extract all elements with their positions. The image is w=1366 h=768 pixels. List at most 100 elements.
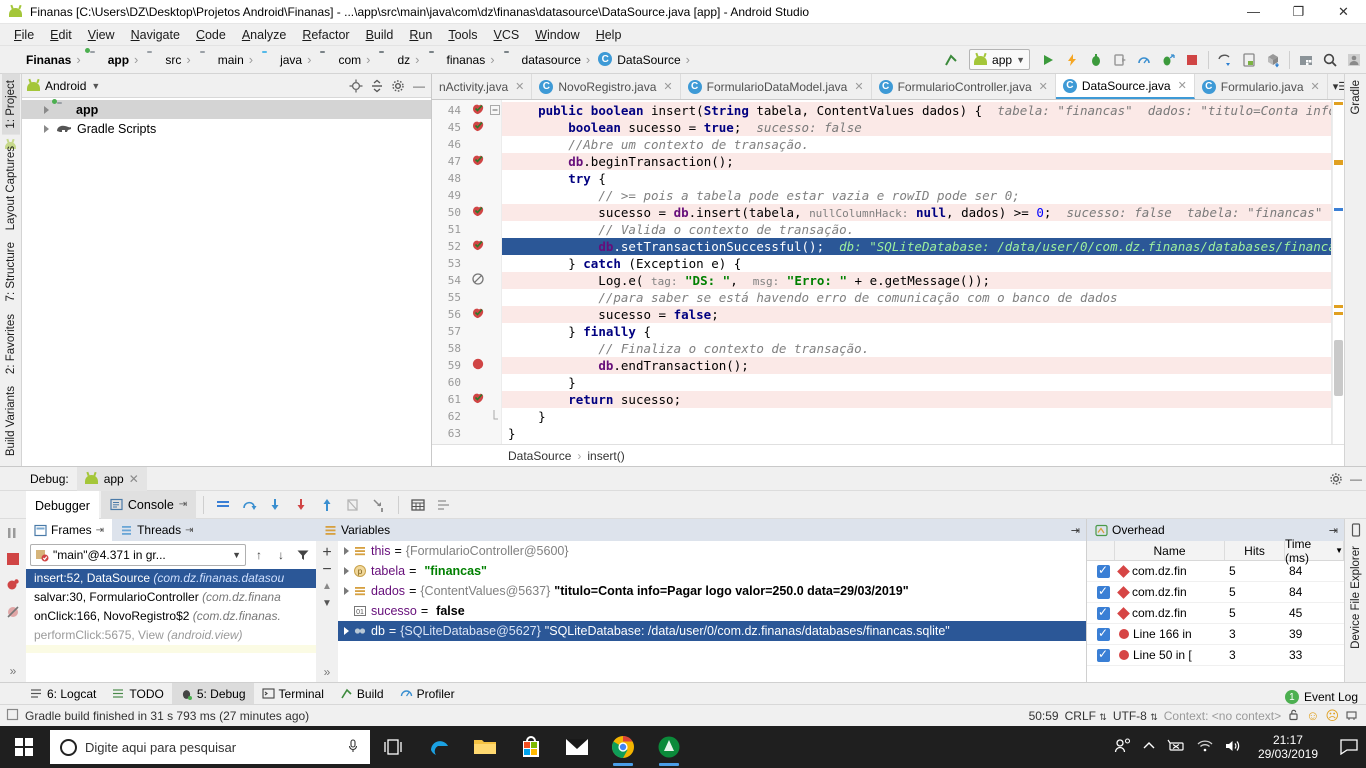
rail-tab-build-variants[interactable]: Build Variants bbox=[2, 380, 20, 462]
overhead-row-checkbox[interactable] bbox=[1087, 582, 1115, 602]
menu-item-edit[interactable]: Edit bbox=[42, 26, 80, 44]
bottom-tab-logcat[interactable]: 6: Logcat bbox=[22, 683, 104, 705]
code-line-46[interactable]: //Abre um contexto de transação. bbox=[502, 136, 1331, 153]
breadcrumb-item-app[interactable]: app › bbox=[84, 48, 144, 67]
gutter-slot[interactable] bbox=[466, 289, 490, 306]
line-separator[interactable]: CRLF ⇅ bbox=[1065, 709, 1107, 723]
code-line-48[interactable]: try { bbox=[502, 170, 1331, 187]
close-button[interactable]: ✕ bbox=[1321, 0, 1366, 24]
code-line-64[interactable] bbox=[502, 442, 1331, 444]
detach-icon[interactable]: ⇥ bbox=[96, 525, 104, 536]
tab-overhead[interactable]: Overhead bbox=[1087, 519, 1173, 541]
fold-slot[interactable] bbox=[490, 323, 501, 340]
overhead-col-time[interactable]: Time (ms) ▼ bbox=[1285, 537, 1344, 565]
show-execution-point-button[interactable] bbox=[211, 493, 235, 517]
people-icon[interactable] bbox=[1114, 737, 1132, 757]
fold-slot[interactable] bbox=[490, 306, 501, 323]
close-icon[interactable]: ✕ bbox=[515, 80, 524, 93]
verified-breakpoint-icon[interactable] bbox=[466, 238, 490, 255]
breadcrumb-item-finanas[interactable]: finanas › bbox=[425, 52, 500, 67]
menu-item-vcs[interactable]: VCS bbox=[486, 26, 528, 44]
tree-node-app[interactable]: app bbox=[22, 99, 431, 119]
mute-breakpoints-button[interactable] bbox=[5, 604, 21, 623]
fold-slot[interactable] bbox=[490, 170, 501, 187]
gutter-slot[interactable] bbox=[466, 187, 490, 204]
tree-node-gradle-scripts[interactable]: Gradle Scripts bbox=[22, 119, 431, 138]
frames-list[interactable]: insert:52, DataSource (com.dz.finanas.da… bbox=[26, 569, 316, 682]
fold-slot[interactable] bbox=[490, 340, 501, 357]
menu-item-tools[interactable]: Tools bbox=[440, 26, 485, 44]
gutter-slot[interactable] bbox=[466, 170, 490, 187]
remove-watch-button[interactable]: − bbox=[322, 562, 331, 578]
breadcrumb-item-java[interactable]: java › bbox=[258, 52, 316, 67]
breadcrumb-item-main[interactable]: main › bbox=[196, 52, 258, 67]
stop-button[interactable] bbox=[6, 552, 20, 569]
add-watch-button[interactable]: + bbox=[322, 545, 331, 561]
layout-settings-button[interactable] bbox=[432, 493, 456, 517]
context-label[interactable]: Context: <no context> bbox=[1164, 709, 1281, 723]
menu-item-analyze[interactable]: Analyze bbox=[234, 26, 294, 44]
gutter-slot[interactable] bbox=[466, 136, 490, 153]
gutter-slot[interactable] bbox=[466, 425, 490, 442]
attach-debugger-button[interactable] bbox=[1108, 48, 1132, 72]
wifi-icon[interactable] bbox=[1196, 739, 1214, 756]
tab-threads[interactable]: Threads ⇥ bbox=[112, 519, 201, 541]
profiler-button[interactable] bbox=[1132, 48, 1156, 72]
gutter-slot[interactable] bbox=[466, 374, 490, 391]
tab-variables[interactable]: Variables bbox=[316, 519, 398, 541]
gutter-slot[interactable] bbox=[466, 442, 490, 444]
variable-row-dados[interactable]: dados = {ContentValues@5637} "titulo=Con… bbox=[338, 581, 1086, 601]
fold-collapse-icon[interactable] bbox=[490, 102, 501, 119]
caret-position[interactable]: 50:59 bbox=[1029, 709, 1059, 723]
overhead-row[interactable]: Line 50 in [333 bbox=[1087, 645, 1344, 666]
code-line-61[interactable]: return sucesso; bbox=[502, 391, 1331, 408]
search-everywhere-button[interactable] bbox=[1318, 48, 1342, 72]
fold-slot[interactable] bbox=[490, 374, 501, 391]
verified-breakpoint-icon[interactable] bbox=[466, 204, 490, 221]
sad-face-icon[interactable]: ☹ bbox=[1325, 708, 1339, 724]
editor-tab-nactivity[interactable]: nActivity.java ✕ bbox=[432, 74, 533, 99]
frame-item[interactable]: insert:52, DataSource (com.dz.finanas.da… bbox=[26, 569, 316, 588]
expand-arrow-icon[interactable] bbox=[344, 547, 349, 555]
debug-button[interactable] bbox=[1084, 48, 1108, 72]
run-configuration-selector[interactable]: app ▼ bbox=[969, 49, 1030, 70]
close-icon[interactable]: ✕ bbox=[1311, 80, 1320, 93]
settings-gear-icon[interactable] bbox=[1326, 469, 1346, 489]
editor-tabs-overflow-button[interactable]: ▾☰3 bbox=[1328, 74, 1344, 99]
code-line-51[interactable]: // Valida o contexto de transação. bbox=[502, 221, 1331, 238]
run-coverage-button[interactable] bbox=[1156, 48, 1180, 72]
menu-item-window[interactable]: Window bbox=[527, 26, 587, 44]
rail-tab-device-file-explorer[interactable]: Device File Explorer bbox=[1347, 540, 1365, 655]
back-arrow-icon[interactable] bbox=[939, 48, 963, 72]
frame-down-button[interactable]: ↓ bbox=[272, 545, 290, 565]
debug-session-tab[interactable]: app ✕ bbox=[76, 466, 147, 491]
verified-breakpoint-icon[interactable] bbox=[466, 119, 490, 136]
detach-icon[interactable]: ⇥ bbox=[1065, 519, 1086, 541]
overhead-row[interactable]: Line 166 in 3 39 bbox=[1087, 624, 1344, 645]
variable-row-sucesso[interactable]: 01 sucesso = false bbox=[338, 601, 1086, 621]
view-breakpoints-button[interactable] bbox=[5, 577, 21, 596]
bottom-tab-todo[interactable]: TODO bbox=[104, 683, 171, 705]
run-button[interactable] bbox=[1036, 48, 1060, 72]
fold-slot[interactable] bbox=[490, 153, 501, 170]
user-account-button[interactable] bbox=[1342, 48, 1366, 72]
rail-tab-layout-captures[interactable]: Layout Captures bbox=[2, 140, 20, 236]
gutter-slot[interactable] bbox=[466, 255, 490, 272]
menu-item-navigate[interactable]: Navigate bbox=[123, 26, 188, 44]
variables-list[interactable]: this = {FormularioController@5600} p tabe… bbox=[338, 541, 1086, 682]
expand-arrow-icon[interactable] bbox=[344, 627, 349, 635]
variable-row-db[interactable]: db = {SQLiteDatabase@5627} "SQLiteDataba… bbox=[338, 621, 1086, 641]
menu-item-view[interactable]: View bbox=[80, 26, 123, 44]
hide-debug-panel-icon[interactable]: — bbox=[1346, 469, 1366, 489]
error-stripe-gutter[interactable] bbox=[1332, 100, 1344, 444]
disabled-breakpoint-icon[interactable] bbox=[466, 272, 490, 289]
code-line-53[interactable]: } catch (Exception e) { bbox=[502, 255, 1331, 272]
menu-item-file[interactable]: File bbox=[6, 26, 42, 44]
fold-slot[interactable] bbox=[490, 136, 501, 153]
rail-tab-gradle[interactable]: Gradle bbox=[1347, 74, 1365, 121]
maximize-button[interactable]: ❐ bbox=[1276, 0, 1321, 24]
edge-icon[interactable] bbox=[416, 726, 462, 768]
code-line-56[interactable]: sucesso = false; bbox=[502, 306, 1331, 323]
gutter-slot[interactable] bbox=[466, 340, 490, 357]
evaluate-expression-button[interactable] bbox=[406, 493, 430, 517]
